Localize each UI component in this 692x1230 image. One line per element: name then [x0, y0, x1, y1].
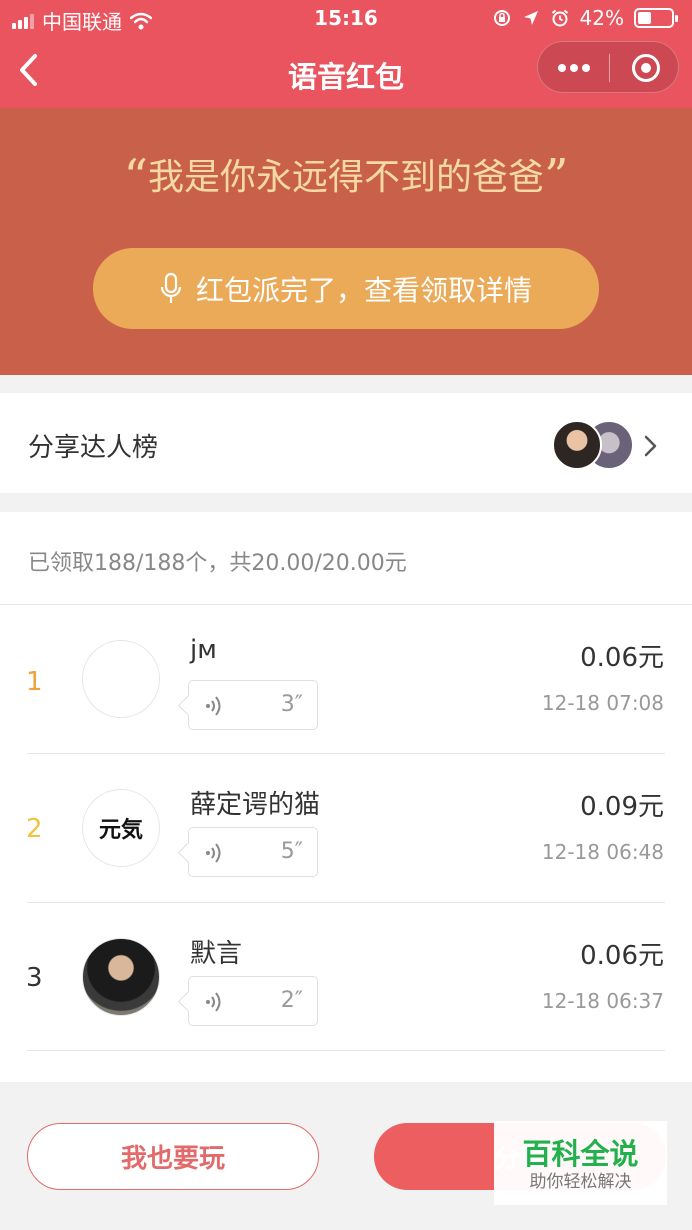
avatar: [552, 420, 602, 470]
claim-time: 12-18 06:37: [541, 989, 664, 1013]
amount: 0.06元: [580, 643, 664, 673]
view-details-label: 红包派完了，查看领取详情: [195, 273, 532, 307]
more-dots-icon[interactable]: [538, 42, 609, 94]
rank-number: 1: [26, 667, 43, 697]
rank-number: 3: [26, 963, 43, 993]
list-item: 1 jм 3″ 0.06元 12-18 07:08: [0, 605, 692, 753]
voice-duration: 2″: [280, 988, 303, 1013]
capsule-divider: [609, 54, 610, 82]
mini-program-capsule: [537, 41, 679, 93]
divider: [27, 1050, 665, 1051]
share-rank-avatars: [552, 420, 634, 470]
status-right: 42%: [492, 6, 678, 30]
location-icon: [523, 11, 538, 25]
voice-message-bubble[interactable]: 2″: [188, 976, 318, 1026]
user-name: 默言: [190, 939, 243, 969]
amount: 0.06元: [580, 941, 664, 971]
claim-time: 12-18 06:48: [541, 840, 664, 864]
open-quote-mark: “: [123, 149, 148, 205]
claim-summary: 已领取188/188个，共20.00/20.00元: [28, 551, 407, 576]
watermark-subtitle: 助你轻松解决: [529, 1172, 632, 1192]
voice-password-quote: “我是你永远得不到的爸爸”: [0, 148, 692, 205]
hero-banner: “我是你永远得不到的爸爸” 红包派完了，查看领取详情: [0, 108, 692, 375]
battery-percent: 42%: [579, 6, 624, 30]
list-item: 2 元気 薛定谔的猫 5″ 0.09元 12-18 06:48: [0, 754, 692, 902]
status-bar: 中国联通 15:16 42%: [0, 0, 692, 36]
voice-wave-icon: [206, 992, 221, 1012]
voice-wave-icon: [206, 696, 221, 716]
voice-duration: 3″: [280, 692, 303, 717]
quote-text: 我是你永远得不到的爸爸: [147, 157, 544, 198]
voice-message-bubble[interactable]: 3″: [188, 680, 318, 730]
microphone-icon: [160, 272, 182, 303]
battery-level: [638, 12, 652, 24]
user-name: 薛定谔的猫: [190, 790, 321, 820]
voice-message-bubble[interactable]: 5″: [188, 827, 318, 877]
close-quote-mark: ”: [544, 149, 569, 205]
avatar[interactable]: [82, 938, 160, 1016]
watermark-logo: 百科全说 助你轻松解决: [494, 1121, 667, 1205]
claim-time: 12-18 07:08: [541, 691, 664, 715]
watermark-title: 百科全说: [522, 1137, 639, 1171]
voice-duration: 5″: [280, 839, 303, 864]
avatar[interactable]: [82, 640, 160, 718]
close-target-icon[interactable]: [632, 54, 660, 82]
battery-icon: [634, 8, 678, 28]
alarm-icon: [551, 9, 568, 27]
amount: 0.09元: [580, 792, 664, 822]
rotation-lock-icon: [493, 10, 510, 26]
user-name: jм: [190, 635, 217, 665]
voice-wave-icon: [206, 843, 221, 863]
share-rank-label: 分享达人榜: [28, 433, 159, 463]
play-too-button[interactable]: 我也要玩: [27, 1123, 319, 1190]
avatar[interactable]: 元気: [82, 789, 160, 867]
list-item: 3 默言 2″ 0.06元 12-18 06:37: [0, 903, 692, 1051]
chevron-right-icon: [644, 435, 657, 457]
view-details-button[interactable]: 红包派完了，查看领取详情: [93, 248, 599, 329]
rank-number: 2: [26, 814, 43, 844]
